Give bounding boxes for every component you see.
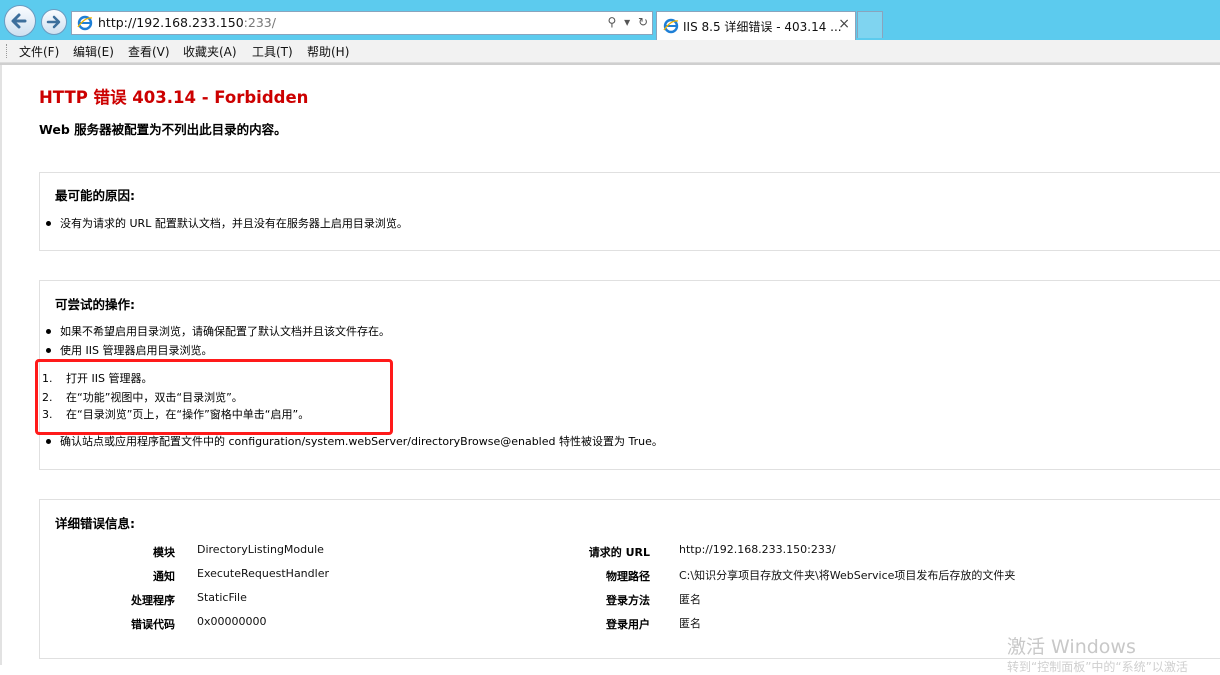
actions-heading: 可尝试的操作: bbox=[55, 297, 135, 312]
address-tools: ⚲ ▾ ↻ bbox=[603, 15, 648, 31]
tab-ie-icon bbox=[663, 18, 679, 34]
detail-label: 登录用户 bbox=[606, 618, 650, 631]
forward-button[interactable] bbox=[41, 9, 67, 35]
ie-logo-icon bbox=[77, 15, 93, 31]
refresh-icon[interactable]: ↻ bbox=[638, 15, 648, 29]
causes-box: 最可能的原因: 没有为请求的 URL 配置默认文档，并且没有在服务器上启用目录浏… bbox=[39, 172, 1220, 251]
action-item: 如果不希望启用目录浏览，请确保配置了默认文档并且该文件存在。 bbox=[46, 323, 390, 339]
browser-tab[interactable]: IIS 8.5 详细错误 - 403.14 ... × bbox=[656, 11, 856, 40]
menu-file[interactable]: 文件(F) bbox=[19, 43, 59, 60]
bullet-icon bbox=[46, 438, 51, 444]
tab-title: IIS 8.5 详细错误 - 403.14 ... bbox=[683, 20, 842, 34]
detail-value: DirectoryListingModule bbox=[197, 543, 324, 556]
forward-arrow-icon bbox=[46, 15, 61, 29]
content-left-border bbox=[0, 65, 2, 665]
action-item: 确认站点或应用程序配置文件中的 configuration/system.web… bbox=[46, 433, 663, 449]
detail-value: 匿名 bbox=[679, 617, 701, 630]
back-button[interactable] bbox=[4, 5, 36, 37]
back-arrow-icon bbox=[11, 13, 27, 29]
cause-item: 没有为请求的 URL 配置默认文档，并且没有在服务器上启用目录浏览。 bbox=[46, 215, 408, 231]
bullet-icon bbox=[46, 347, 51, 353]
menu-edit[interactable]: 编辑(E) bbox=[73, 43, 114, 60]
menu-favorites[interactable]: 收藏夹(A) bbox=[183, 43, 237, 60]
menu-help[interactable]: 帮助(H) bbox=[307, 43, 349, 60]
search-icon[interactable]: ⚲ bbox=[607, 15, 616, 29]
detail-value: 0x00000000 bbox=[197, 615, 267, 628]
error-subtitle: Web 服务器被配置为不列出此目录的内容。 bbox=[39, 122, 287, 137]
menu-bar: 文件(F) 编辑(E) 查看(V) 收藏夹(A) 工具(T) 帮助(H) bbox=[0, 40, 1220, 63]
details-heading: 详细错误信息: bbox=[55, 516, 135, 531]
close-tab-icon[interactable]: × bbox=[838, 16, 850, 32]
detail-value: C:\知识分享项目存放文件夹\将WebService项目发布后存放的文件夹 bbox=[679, 569, 1016, 582]
detail-value: 匿名 bbox=[679, 593, 701, 606]
detail-label: 登录方法 bbox=[606, 594, 650, 607]
detail-label: 通知 bbox=[153, 570, 175, 583]
menu-tools[interactable]: 工具(T) bbox=[252, 43, 293, 60]
detail-label: 物理路径 bbox=[606, 570, 650, 583]
dropdown-icon[interactable]: ▾ bbox=[624, 15, 630, 29]
content-top-border bbox=[0, 63, 1220, 65]
url-text[interactable]: http://192.168.233.150:233/ bbox=[98, 15, 276, 30]
bullet-icon bbox=[46, 220, 51, 226]
error-title: HTTP 错误 403.14 - Forbidden bbox=[39, 88, 309, 107]
activate-windows-hint: 转到“控制面板”中的“系统”以激活 bbox=[1007, 660, 1188, 674]
detail-label: 模块 bbox=[153, 546, 175, 559]
address-bar[interactable]: http://192.168.233.150:233/ ⚲ ▾ ↻ bbox=[71, 11, 653, 35]
menu-view[interactable]: 查看(V) bbox=[128, 43, 170, 60]
causes-heading: 最可能的原因: bbox=[55, 188, 135, 203]
detail-label: 错误代码 bbox=[131, 618, 175, 631]
activate-windows-watermark: 激活 Windows bbox=[1007, 636, 1136, 658]
detail-value: StaticFile bbox=[197, 591, 247, 604]
detail-value: http://192.168.233.150:233/ bbox=[679, 543, 836, 556]
menu-grip bbox=[6, 44, 9, 58]
bullet-icon bbox=[46, 328, 51, 334]
red-highlight-box bbox=[35, 359, 393, 435]
detail-value: ExecuteRequestHandler bbox=[197, 567, 329, 580]
detail-label: 处理程序 bbox=[131, 594, 175, 607]
new-tab-button[interactable] bbox=[857, 11, 883, 38]
detail-label: 请求的 URL bbox=[588, 546, 650, 559]
action-item: 使用 IIS 管理器启用目录浏览。 bbox=[46, 342, 212, 358]
